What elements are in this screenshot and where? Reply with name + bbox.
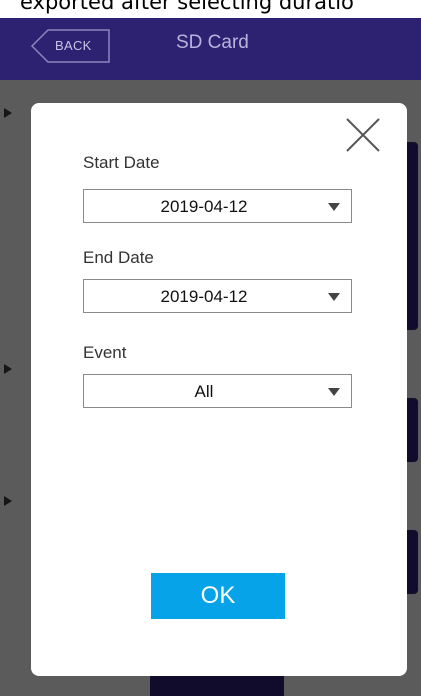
app-header: BACK SD Card [0, 18, 421, 80]
close-icon [346, 118, 380, 152]
caption-strip: exported after selecting duratio [0, 0, 421, 18]
page: exported after selecting duratio BACK SD… [0, 0, 421, 696]
caption-text: exported after selecting duratio [20, 0, 354, 14]
ok-button[interactable]: OK [151, 573, 285, 619]
page-title: SD Card [176, 32, 249, 53]
end-date-select[interactable]: 2019-04-12 [83, 279, 352, 313]
dropdown-caret-icon [328, 203, 340, 211]
dropdown-caret-icon [328, 293, 340, 301]
start-date-value: 2019-04-12 [160, 197, 248, 216]
event-label: Event [83, 343, 127, 362]
export-dialog: Start Date 2019-04-12 End Date 2019-04-1… [31, 103, 407, 676]
event-select[interactable]: All [83, 374, 352, 408]
back-label: BACK [55, 38, 92, 53]
back-button[interactable]: BACK [30, 29, 110, 63]
event-value: All [194, 382, 214, 401]
start-date-label: Start Date [83, 153, 160, 172]
start-date-select[interactable]: 2019-04-12 [83, 189, 352, 223]
end-date-value: 2019-04-12 [160, 287, 248, 306]
dropdown-caret-icon [328, 388, 340, 396]
end-date-label: End Date [83, 248, 154, 267]
close-button[interactable] [345, 117, 381, 153]
